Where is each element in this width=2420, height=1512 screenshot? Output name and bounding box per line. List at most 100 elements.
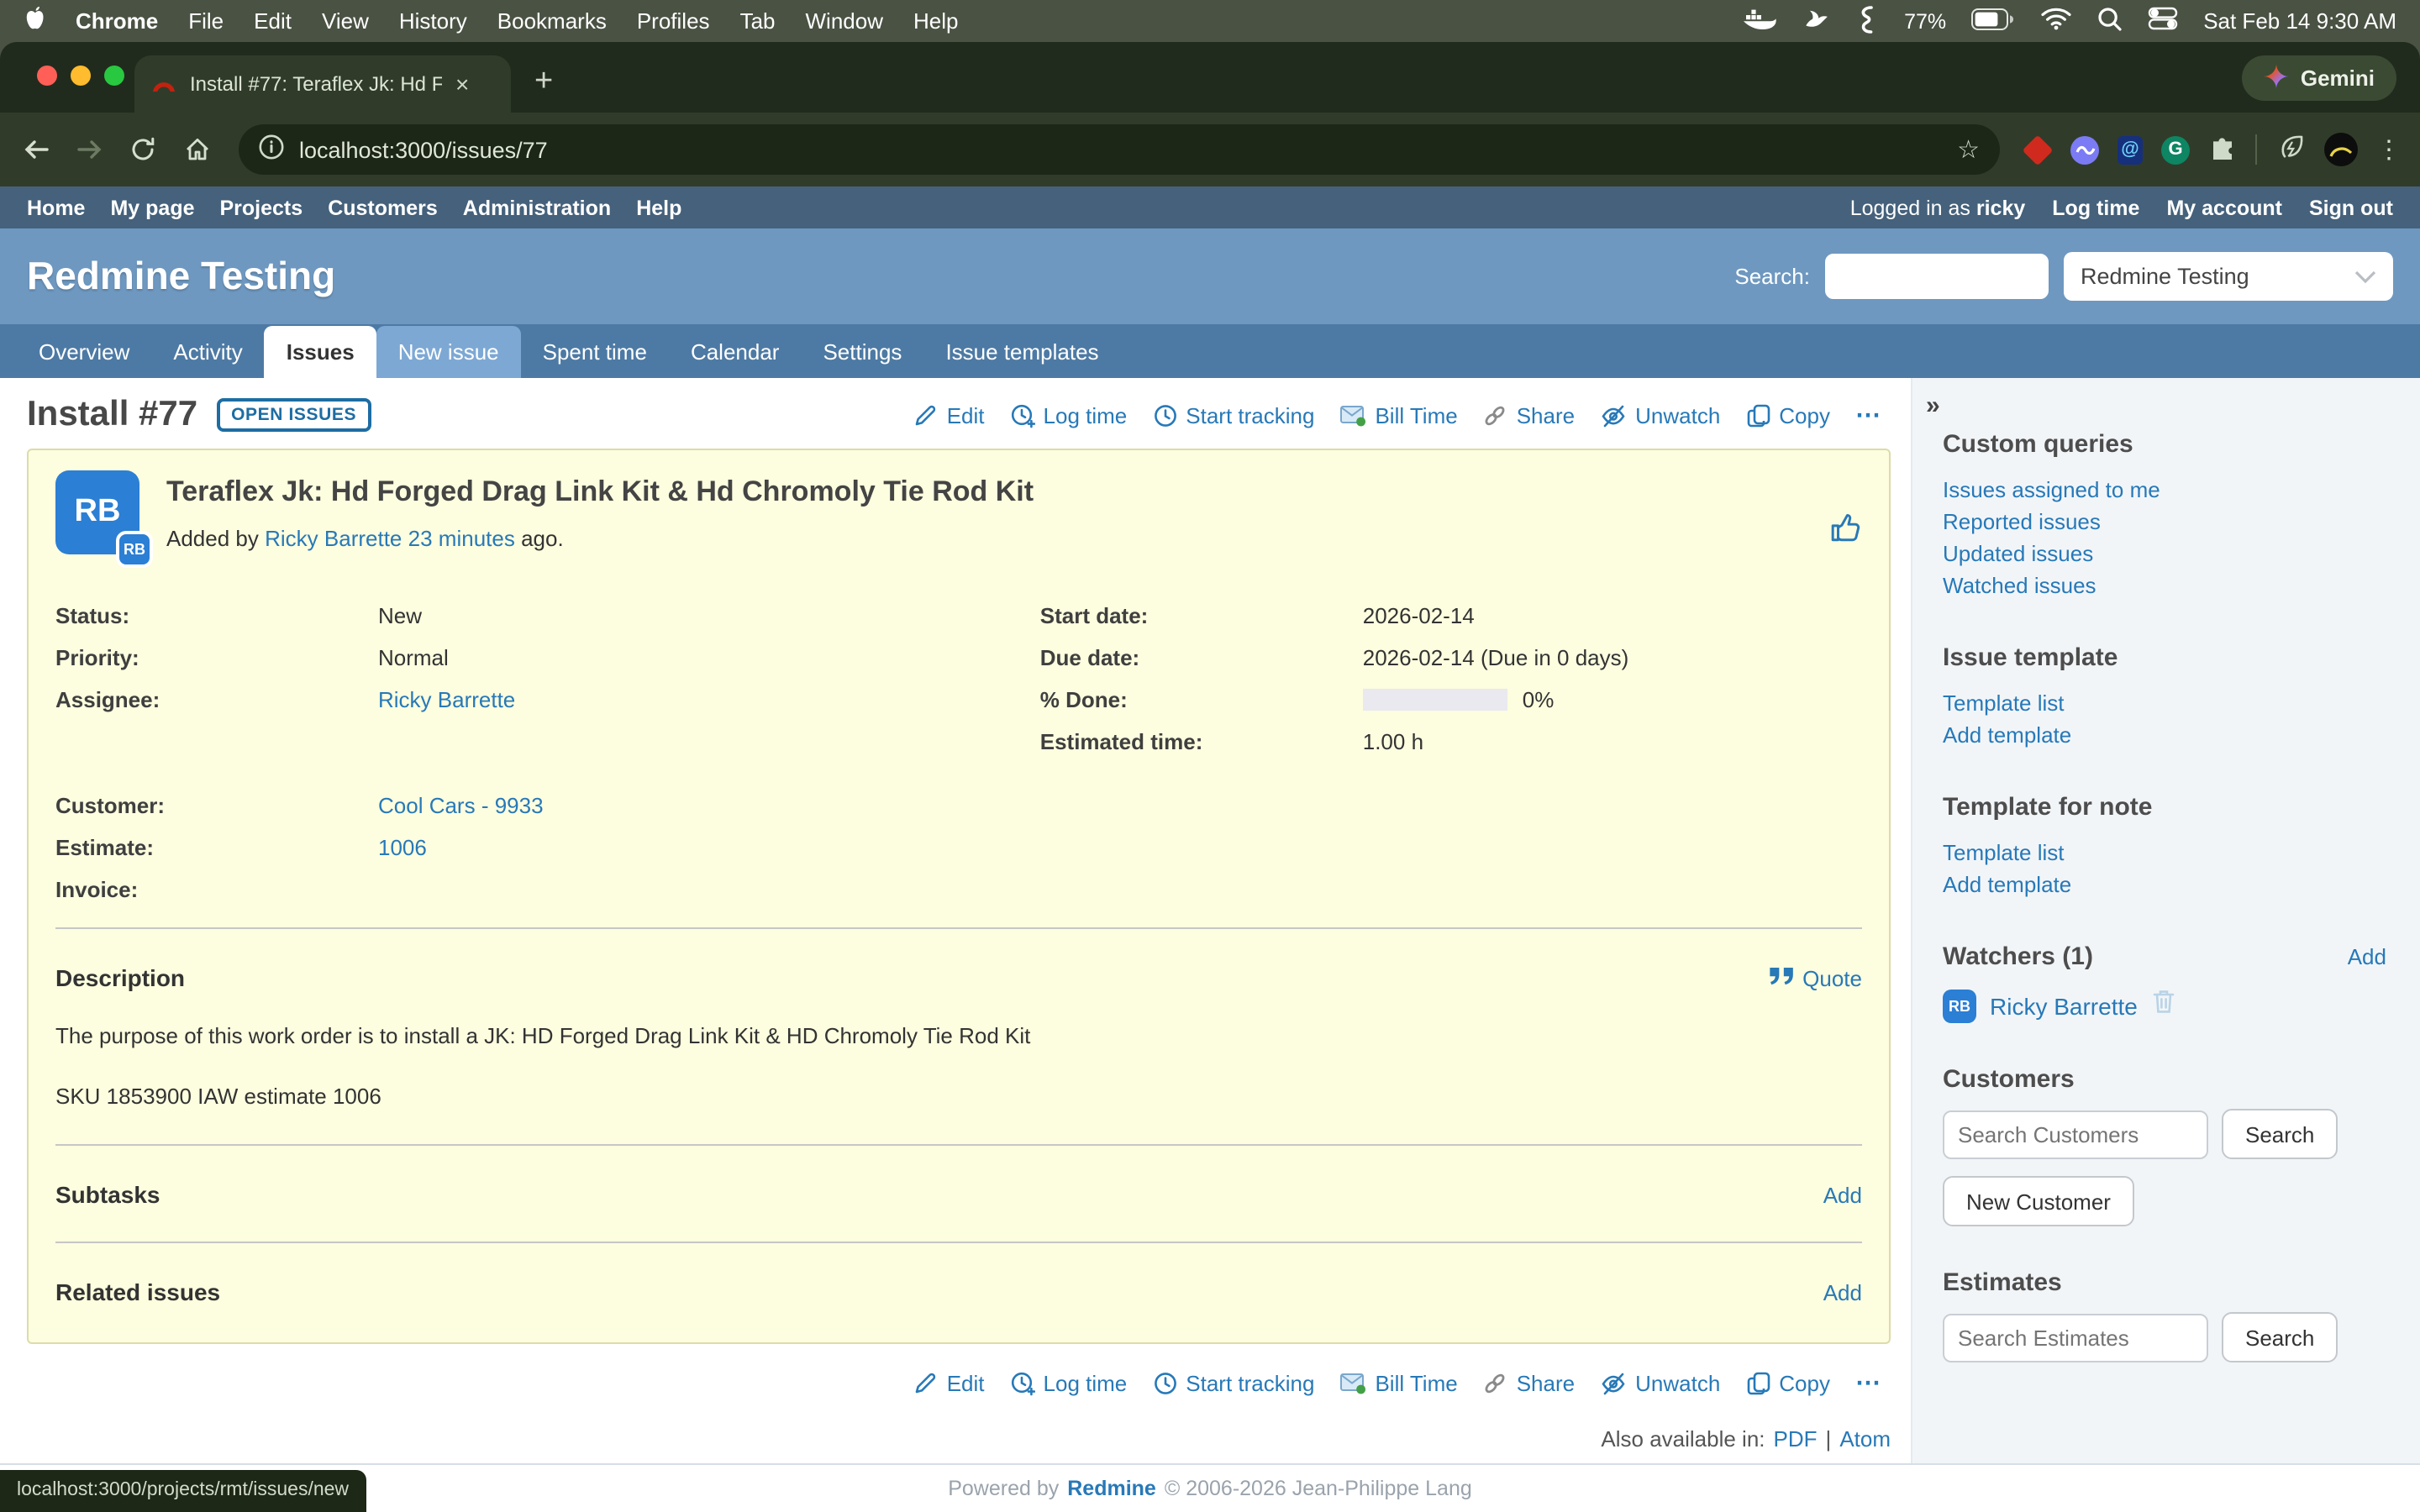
menubar-item[interactable]: Profiles	[637, 8, 710, 34]
issue-action[interactable]: Bill Time	[1339, 402, 1457, 428]
account-menu-item[interactable]: Sign out	[2309, 196, 2393, 219]
add-related-issue-link[interactable]: Add	[1823, 1279, 1862, 1305]
bookmark-star-icon[interactable]: ☆	[1957, 134, 1980, 165]
profile-avatar[interactable]	[2324, 133, 2358, 166]
spotlight-icon[interactable]	[2097, 6, 2123, 36]
menubar-item[interactable]: File	[188, 8, 224, 34]
home-icon[interactable]	[178, 136, 215, 163]
project-tab[interactable]: Settings	[801, 326, 923, 378]
sidebar-link[interactable]: Reported issues	[1943, 506, 2386, 538]
issue-action[interactable]: Share	[1483, 402, 1575, 428]
diamond-extension-icon[interactable]	[2023, 135, 2052, 164]
account-menu-item[interactable]: Log time	[2052, 196, 2139, 219]
forward-icon[interactable]	[71, 138, 108, 161]
control-center-icon[interactable]	[2148, 7, 2178, 35]
gemini-button[interactable]: Gemini	[2242, 55, 2396, 101]
menubar-clock[interactable]: Sat Feb 14 9:30 AM	[2203, 8, 2396, 34]
project-tab[interactable]: Issues	[265, 326, 376, 378]
back-icon[interactable]	[17, 138, 54, 161]
top-menu-item[interactable]: Home	[27, 196, 85, 219]
menu-dots-icon[interactable]: ⋮	[2376, 134, 2403, 165]
apple-icon[interactable]	[24, 5, 45, 37]
project-tab[interactable]: New issue	[376, 326, 521, 378]
reload-icon[interactable]	[124, 136, 161, 163]
top-menu-item[interactable]: My page	[110, 196, 194, 219]
issue-action[interactable]: ⋯	[1855, 1368, 1891, 1398]
menubar-item[interactable]: History	[399, 8, 467, 34]
grammarly-icon[interactable]: G	[2161, 135, 2190, 164]
battery-icon[interactable]	[1971, 8, 2015, 34]
issue-action[interactable]: Log time	[1010, 1370, 1128, 1395]
top-menu-item[interactable]: Help	[636, 196, 681, 219]
puzzle-extensions-icon[interactable]	[2208, 135, 2237, 164]
issue-action[interactable]: Share	[1483, 1370, 1575, 1395]
menubar-item[interactable]: Bookmarks	[497, 8, 607, 34]
issue-action[interactable]: Edit	[913, 402, 985, 428]
add-watcher-link[interactable]: Add	[2348, 944, 2386, 969]
menubar-app-name[interactable]: Chrome	[76, 8, 158, 34]
project-tab[interactable]: Calendar	[669, 326, 802, 378]
search-customers-input[interactable]	[1943, 1110, 2208, 1158]
sidebar-link[interactable]: Updated issues	[1943, 538, 2386, 570]
project-tab[interactable]: Spent time	[521, 326, 669, 378]
new-customer-button[interactable]: New Customer	[1943, 1176, 2134, 1226]
sidebar-link[interactable]: Template list	[1943, 687, 2386, 719]
tab-close-icon[interactable]: ×	[455, 71, 469, 97]
add-subtask-link[interactable]: Add	[1823, 1182, 1862, 1207]
issue-action[interactable]: Unwatch	[1600, 1370, 1720, 1395]
site-info-icon[interactable]	[259, 134, 284, 165]
close-window-button[interactable]	[37, 66, 57, 86]
sidebar-link[interactable]: Watched issues	[1943, 570, 2386, 601]
watcher-name-link[interactable]: Ricky Barrette	[1990, 992, 2138, 1019]
pdf-link[interactable]: PDF	[1774, 1426, 1818, 1452]
collapse-sidebar-icon[interactable]: »	[1926, 391, 1940, 420]
added-time-link[interactable]: 23 minutes	[408, 526, 515, 551]
browser-tab[interactable]: Install #77: Teraflex Jk: Hd Fo ×	[134, 55, 511, 113]
swirl-extension-icon[interactable]	[2070, 135, 2099, 164]
search-customers-button[interactable]: Search	[2222, 1109, 2338, 1159]
issue-action[interactable]: Copy	[1745, 402, 1830, 428]
quote-link[interactable]: Quote	[1802, 965, 1862, 990]
issue-action[interactable]: Bill Time	[1339, 1370, 1457, 1395]
top-menu-item[interactable]: Administration	[463, 196, 611, 219]
redmine-footer-link[interactable]: Redmine	[1067, 1477, 1156, 1500]
search-estimates-button[interactable]: Search	[2222, 1312, 2338, 1362]
project-tab[interactable]: Overview	[17, 326, 151, 378]
search-input[interactable]	[1825, 254, 2049, 299]
dove-icon[interactable]	[1802, 6, 1830, 36]
lock-extension-icon[interactable]: @	[2118, 135, 2143, 164]
zoom-window-button[interactable]	[104, 66, 124, 86]
project-tab[interactable]: Activity	[151, 326, 264, 378]
project-tab[interactable]: Issue templates	[923, 326, 1120, 378]
project-jump-select[interactable]: Redmine Testing	[2064, 252, 2393, 301]
menubar-item[interactable]: Tab	[740, 8, 776, 34]
whale-icon[interactable]	[1743, 7, 1776, 35]
menubar-item[interactable]: Window	[806, 8, 884, 34]
issue-action[interactable]: Unwatch	[1600, 402, 1720, 428]
top-menu-item[interactable]: Projects	[220, 196, 303, 219]
issue-action[interactable]: Copy	[1745, 1370, 1830, 1395]
wifi-icon[interactable]	[2040, 7, 2072, 35]
trash-icon[interactable]	[2151, 988, 2176, 1023]
leaf-performance-icon[interactable]	[2275, 130, 2306, 169]
top-menu-item[interactable]: Customers	[328, 196, 438, 219]
issue-action[interactable]: ⋯	[1855, 400, 1891, 430]
sidebar-link[interactable]: Add template	[1943, 719, 2386, 751]
sidebar-link[interactable]: Add template	[1943, 869, 2386, 900]
issue-action[interactable]: Start tracking	[1152, 402, 1314, 428]
new-tab-button[interactable]: +	[534, 64, 553, 101]
account-menu-item[interactable]: My account	[2166, 196, 2282, 219]
sidebar-link[interactable]: Template list	[1943, 837, 2386, 869]
minimize-window-button[interactable]	[71, 66, 91, 86]
thumbs-up-icon[interactable]	[1830, 512, 1862, 551]
search-estimates-input[interactable]	[1943, 1313, 2208, 1362]
issue-action[interactable]: Edit	[913, 1370, 985, 1395]
menubar-item[interactable]: Edit	[254, 8, 292, 34]
issue-action[interactable]: Start tracking	[1152, 1370, 1314, 1395]
menubar-item[interactable]: Help	[913, 8, 959, 34]
menubar-item[interactable]: View	[322, 8, 369, 34]
issue-action[interactable]: Log time	[1010, 402, 1128, 428]
atom-link[interactable]: Atom	[1839, 1426, 1891, 1452]
seahorse-icon[interactable]	[1855, 4, 1879, 38]
address-bar[interactable]: localhost:3000/issues/77 ☆	[239, 124, 2000, 175]
